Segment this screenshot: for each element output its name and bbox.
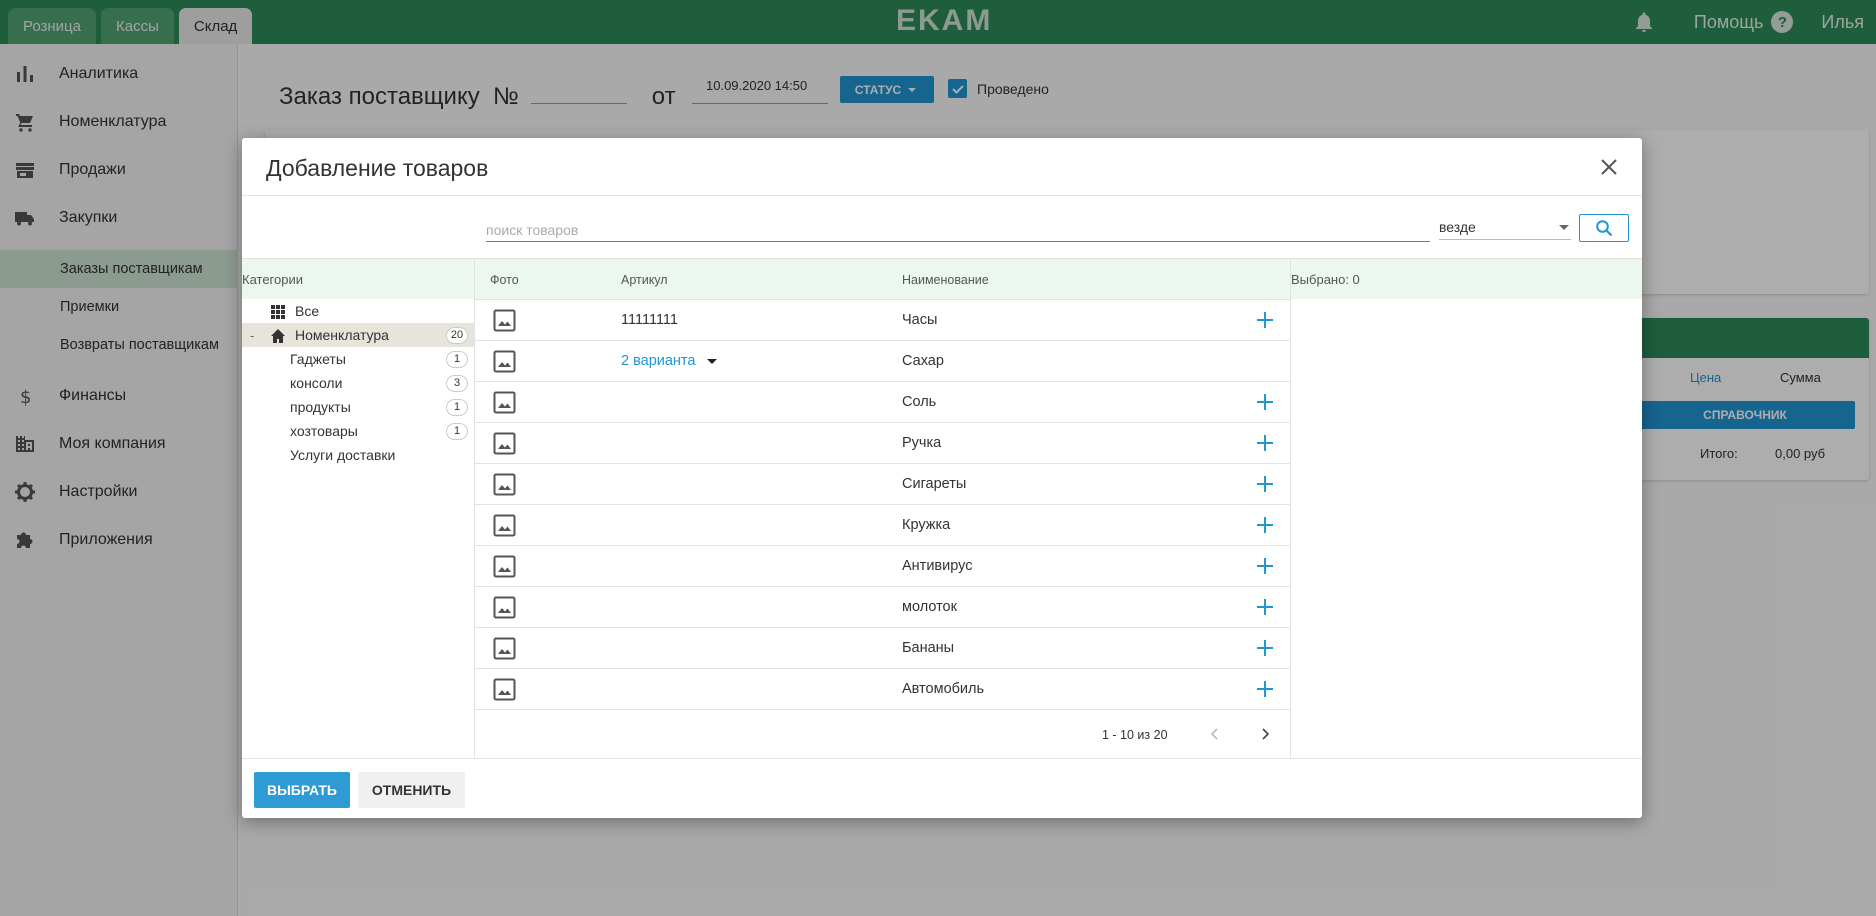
category-label: Услуги доставки <box>290 447 396 463</box>
product-name: Антивирус <box>902 558 973 574</box>
add-product-plus-icon[interactable] <box>1254 309 1276 331</box>
column-photo: Фото <box>490 273 519 287</box>
select-button[interactable]: ВЫБРАТЬ <box>254 772 350 808</box>
search-icon <box>1596 220 1613 237</box>
add-products-dialog: Добавление товаров везде Категории Все -… <box>242 138 1642 818</box>
column-article: Артикул <box>621 273 668 287</box>
caret-down-icon <box>707 359 718 364</box>
table-row[interactable]: Бананы <box>475 628 1290 669</box>
category-label: Все <box>295 303 320 319</box>
product-name: Кружка <box>902 517 951 533</box>
table-row[interactable]: Сигареты <box>475 464 1290 505</box>
image-placeholder-icon[interactable] <box>493 391 516 414</box>
category-consoles[interactable]: консоли 3 <box>242 371 474 395</box>
category-count-badge: 3 <box>446 374 468 392</box>
add-product-plus-icon[interactable] <box>1254 432 1276 454</box>
table-row[interactable]: Автомобиль <box>475 669 1290 710</box>
close-icon[interactable] <box>1600 158 1618 176</box>
category-count-badge: 1 <box>446 422 468 440</box>
products-table: Фото Артикул Наименование 11111111 Часы 2 … <box>475 259 1291 759</box>
dialog-body: Категории Все - Номенклатура 20 Гаджеты … <box>242 258 1642 759</box>
add-product-plus-icon[interactable] <box>1254 637 1276 659</box>
product-name: Сигареты <box>902 476 967 492</box>
add-product-plus-icon[interactable] <box>1254 555 1276 577</box>
add-product-plus-icon[interactable] <box>1254 678 1276 700</box>
collapse-toggle[interactable]: - <box>250 328 254 343</box>
category-delivery-services[interactable]: Услуги доставки <box>242 443 474 467</box>
image-placeholder-icon[interactable] <box>493 309 516 332</box>
caret-down-icon <box>1559 224 1569 230</box>
add-product-plus-icon[interactable] <box>1254 596 1276 618</box>
category-products[interactable]: продукты 1 <box>242 395 474 419</box>
image-placeholder-icon[interactable] <box>493 555 516 578</box>
image-placeholder-icon[interactable] <box>493 473 516 496</box>
categories-header: Категории <box>242 259 474 299</box>
category-label: хозтовары <box>290 423 358 439</box>
home-icon <box>271 329 285 343</box>
pagination: 1 - 10 из 20 <box>475 710 1291 759</box>
dialog-footer: ВЫБРАТЬ ОТМЕНИТЬ <box>242 758 1642 818</box>
table-row[interactable]: 2 варианта Сахар <box>475 341 1290 382</box>
add-product-plus-icon[interactable] <box>1254 391 1276 413</box>
dialog-title: Добавление товаров <box>266 155 489 181</box>
table-row[interactable]: Соль <box>475 382 1290 423</box>
category-label: продукты <box>290 399 351 415</box>
category-gadgets[interactable]: Гаджеты 1 <box>242 347 474 371</box>
table-row[interactable]: молоток <box>475 587 1290 628</box>
image-placeholder-icon[interactable] <box>493 596 516 619</box>
variants-toggle[interactable]: 2 варианта <box>621 353 719 369</box>
table-row[interactable]: Ручка <box>475 423 1290 464</box>
product-name: Ручка <box>902 435 942 451</box>
pagination-range: 1 - 10 из 20 <box>1102 728 1168 742</box>
image-placeholder-icon[interactable] <box>493 514 516 537</box>
selected-panel-header: Выбрано: 0 <box>1291 259 1642 299</box>
category-count-badge: 1 <box>446 350 468 368</box>
table-row[interactable]: 11111111 Часы <box>475 300 1290 341</box>
grid-icon <box>271 305 285 319</box>
image-placeholder-icon[interactable] <box>493 678 516 701</box>
add-product-plus-icon[interactable] <box>1254 514 1276 536</box>
category-household[interactable]: хозтовары 1 <box>242 419 474 443</box>
category-label: консоли <box>290 375 343 391</box>
category-count-badge: 1 <box>446 398 468 416</box>
product-name: Бананы <box>902 640 955 656</box>
product-search-input[interactable] <box>486 218 1430 242</box>
category-label: Номенклатура <box>295 327 389 343</box>
product-name: Часы <box>902 312 938 328</box>
image-placeholder-icon[interactable] <box>493 350 516 373</box>
category-all[interactable]: Все <box>242 299 474 323</box>
product-article-text: 2 варианта <box>621 353 696 369</box>
add-product-plus-icon[interactable] <box>1254 473 1276 495</box>
search-button[interactable] <box>1579 214 1629 242</box>
product-name: молоток <box>902 599 957 615</box>
column-name: Наименование <box>902 273 989 287</box>
search-scope-select[interactable]: везде <box>1439 214 1571 240</box>
table-row[interactable]: Кружка <box>475 505 1290 546</box>
image-placeholder-icon[interactable] <box>493 432 516 455</box>
table-row[interactable]: Антивирус <box>475 546 1290 587</box>
category-nomenclature[interactable]: - Номенклатура 20 <box>242 323 474 347</box>
search-row: везде <box>242 196 1642 256</box>
category-count-badge: 20 <box>446 326 468 344</box>
chevron-right-icon[interactable] <box>1257 726 1273 742</box>
category-label: Гаджеты <box>290 351 346 367</box>
products-table-header: Фото Артикул Наименование <box>475 259 1290 300</box>
product-name: Сахар <box>902 353 944 369</box>
product-name: Автомобиль <box>902 681 985 697</box>
product-article: 11111111 <box>621 312 678 328</box>
categories-panel: Категории Все - Номенклатура 20 Гаджеты … <box>242 259 475 759</box>
search-scope-value: везде <box>1439 218 1476 235</box>
selected-count: Выбрано: 0 <box>1291 272 1360 287</box>
cancel-button[interactable]: ОТМЕНИТЬ <box>358 772 465 808</box>
dialog-header: Добавление товаров <box>242 138 1642 196</box>
products-table-body: 11111111 Часы 2 варианта Сахар Соль Ручка Сига… <box>475 300 1290 710</box>
product-article-text: 11111111 <box>621 312 678 328</box>
image-placeholder-icon[interactable] <box>493 637 516 660</box>
chevron-left-icon[interactable] <box>1207 726 1223 742</box>
product-name: Соль <box>902 394 937 410</box>
